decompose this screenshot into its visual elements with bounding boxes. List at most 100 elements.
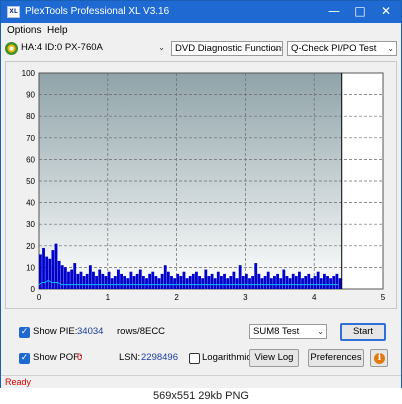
x-tick-label: 1 xyxy=(106,293,111,302)
pie-bar xyxy=(288,278,292,289)
pie-bar xyxy=(326,276,329,289)
status-bar: Ready xyxy=(1,375,401,388)
pie-bar xyxy=(257,273,261,289)
logarithmic-checkbox[interactable] xyxy=(189,353,200,364)
pie-bar xyxy=(316,271,320,289)
chart-panel: 100 90 80 70 60 50 40 30 20 10 0 012345 xyxy=(5,61,397,309)
drive-select-value: HA:4 ID:0 PX-760A xyxy=(21,42,103,53)
pie-bar xyxy=(291,273,295,289)
y-axis-ticks: 1009080706050403020100 xyxy=(22,69,36,294)
pie-bar xyxy=(67,271,70,289)
disc-drive-icon xyxy=(5,42,18,55)
pie-bar xyxy=(223,273,226,289)
pie-bar xyxy=(248,278,251,289)
pie-bar xyxy=(220,276,223,289)
pie-bar xyxy=(98,269,102,289)
preferences-button[interactable]: Preferences xyxy=(308,349,364,367)
chevron-down-icon: ⌄ xyxy=(273,44,280,53)
pie-bar xyxy=(307,273,311,289)
pie-bar xyxy=(235,278,239,289)
chevron-down-icon: ⌄ xyxy=(317,327,324,336)
pie-bar xyxy=(117,269,120,289)
pie-bar xyxy=(241,276,245,289)
pie-bar xyxy=(70,269,74,289)
pie-bar xyxy=(216,271,220,289)
menu-options[interactable]: Options xyxy=(7,25,41,36)
close-icon[interactable]: ✕ xyxy=(377,3,395,19)
x-tick-label: 5 xyxy=(381,293,386,302)
show-pof-checkbox[interactable]: ✓ xyxy=(19,353,30,364)
x-tick-label: 4 xyxy=(312,293,317,302)
pie-bar xyxy=(207,276,211,289)
show-pie-label: Show PIE: xyxy=(33,326,78,337)
sum-test-select[interactable]: SUM8 Test ⌄ xyxy=(249,324,327,339)
pi-po-chart: 1009080706050403020100 012345 xyxy=(22,69,386,302)
pie-bar xyxy=(260,278,264,289)
pie-bar xyxy=(57,260,61,289)
pie-bar xyxy=(145,278,148,289)
pie-bar xyxy=(160,273,164,289)
title-bar[interactable]: XL PlexTools Professional XL V3.16 — □ ✕ xyxy=(1,1,401,23)
x-tick-label: 3 xyxy=(243,293,248,302)
info-icon: i xyxy=(374,353,385,364)
window-title: PlexTools Professional XL V3.16 xyxy=(25,6,170,17)
y-tick-label: 40 xyxy=(26,199,35,208)
y-tick-label: 100 xyxy=(22,69,36,78)
pie-bar xyxy=(251,276,255,289)
show-pof-label: Show POF: xyxy=(33,352,82,363)
toolbar: HA:4 ID:0 PX-760A ⌄ DVD Diagnostic Funct… xyxy=(1,39,401,61)
pie-bar xyxy=(48,258,52,289)
pie-bar xyxy=(319,278,323,289)
pie-bar xyxy=(201,278,205,289)
pof-value: 0 xyxy=(77,352,83,363)
y-tick-label: 90 xyxy=(26,91,35,100)
x-tick-label: 2 xyxy=(174,293,179,302)
pie-bar xyxy=(226,278,230,289)
pie-bar xyxy=(95,276,98,289)
pie-bar xyxy=(294,276,298,289)
minimize-icon[interactable]: — xyxy=(325,3,343,19)
start-button[interactable]: Start xyxy=(340,323,386,341)
show-pie-checkbox[interactable]: ✓ xyxy=(19,327,30,338)
pie-bar xyxy=(298,271,301,289)
pie-bar xyxy=(88,265,92,289)
menu-bar: Options Help xyxy=(1,23,401,39)
chevron-down-icon: ⌄ xyxy=(158,43,165,52)
x-axis-ticks: 0 1 2 3 4 5 xyxy=(37,293,386,302)
pie-bar xyxy=(335,273,339,289)
info-button[interactable]: i xyxy=(370,349,388,367)
drive-select[interactable]: HA:4 ID:0 PX-760A ⌄ xyxy=(21,41,167,56)
pie-bar xyxy=(51,250,55,289)
menu-help[interactable]: Help xyxy=(47,25,68,36)
function-select[interactable]: DVD Diagnostic Functions ⌄ xyxy=(171,41,283,56)
pie-bar xyxy=(148,273,152,289)
pie-bar xyxy=(210,273,214,289)
y-tick-label: 10 xyxy=(26,263,35,272)
app-icon: XL xyxy=(7,6,20,18)
pie-bar xyxy=(45,256,49,289)
pie-bar xyxy=(304,276,308,289)
pie-bar xyxy=(195,271,198,289)
pie-bar xyxy=(157,278,161,289)
pie-bar xyxy=(204,269,208,289)
pie-bar xyxy=(120,273,123,289)
pie-bar xyxy=(263,276,267,289)
pie-bar xyxy=(229,276,233,289)
pie-bar xyxy=(141,276,145,289)
view-log-button[interactable]: View Log xyxy=(249,349,299,367)
pie-bar xyxy=(279,278,283,289)
test-select-value: Q-Check PI/PO Test xyxy=(291,43,377,54)
pie-bar xyxy=(282,269,286,289)
pie-bar xyxy=(173,278,177,289)
app-window: XL PlexTools Professional XL V3.16 — □ ✕… xyxy=(0,0,402,388)
pie-bar xyxy=(198,276,201,289)
pie-bar xyxy=(132,276,136,289)
pie-bar xyxy=(113,276,117,289)
pie-bar xyxy=(104,276,108,289)
test-select[interactable]: Q-Check PI/PO Test ⌄ xyxy=(287,41,397,56)
pie-bar xyxy=(60,265,64,289)
maximize-icon[interactable]: □ xyxy=(351,3,369,19)
pie-bar xyxy=(79,271,83,289)
pie-bar xyxy=(182,271,186,289)
pie-bar xyxy=(332,276,336,289)
